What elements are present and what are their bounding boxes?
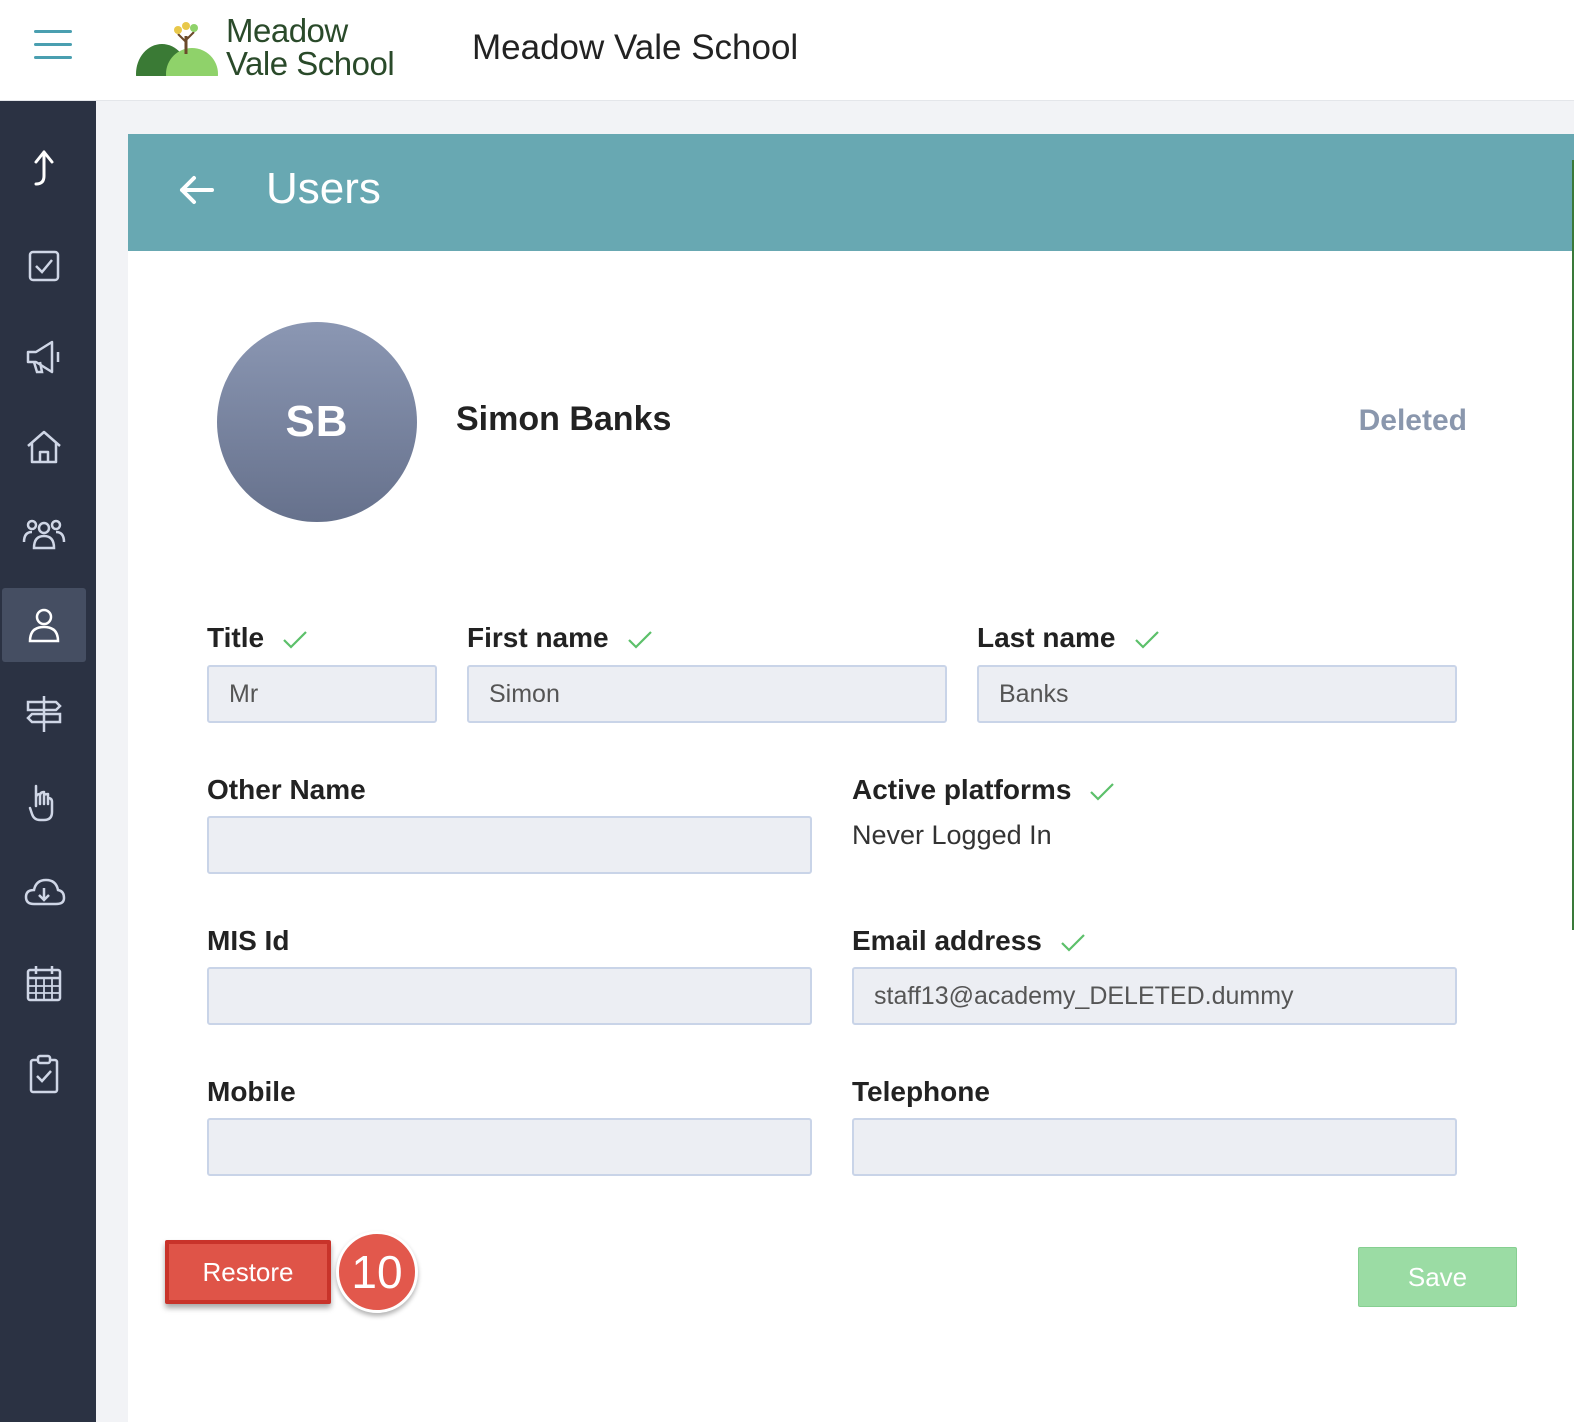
check-icon — [1134, 630, 1159, 649]
sidebar-item-tasks[interactable] — [2, 229, 86, 303]
back-arrow-icon[interactable] — [176, 170, 216, 210]
sidebar-item-calendar[interactable] — [2, 947, 86, 1021]
restore-button[interactable]: Restore — [165, 1240, 331, 1304]
hamburger-menu-icon[interactable] — [34, 30, 72, 62]
logo-text: Meadow Vale School — [226, 12, 395, 82]
panel-header: Users — [128, 134, 1574, 251]
email-label-text: Email address — [852, 925, 1042, 956]
hills-tree-icon — [136, 22, 226, 104]
status-badge: Deleted — [1358, 404, 1467, 437]
check-icon — [1090, 782, 1115, 801]
sidebar-item-hand[interactable] — [2, 767, 86, 841]
home-icon — [27, 430, 61, 464]
school-logo[interactable]: Meadow Vale School — [136, 12, 396, 104]
title-label-text: Title — [207, 622, 265, 653]
checkbox-icon — [28, 250, 60, 282]
group-icon — [22, 519, 66, 550]
cloud-download-icon — [24, 878, 66, 906]
sidebar-item-groups[interactable] — [2, 497, 86, 571]
logo-line-1: Meadow — [226, 12, 348, 49]
last-name-field[interactable] — [977, 665, 1457, 723]
arrow-up-icon — [34, 150, 54, 186]
other-name-label: Other Name — [207, 774, 366, 805]
top-bar: Meadow Vale School Meadow Vale School — [0, 0, 1574, 104]
signpost-icon — [26, 696, 62, 732]
email-field[interactable] — [852, 967, 1457, 1025]
first-name-field[interactable] — [467, 665, 947, 723]
last-name-label: Last name — [977, 622, 1160, 654]
sidebar-item-arrow-up[interactable] — [2, 131, 86, 205]
page-title: Users — [266, 164, 381, 213]
email-label: Email address — [852, 925, 1086, 957]
mis-id-field[interactable] — [207, 967, 812, 1025]
first-name-label: First name — [467, 622, 653, 654]
check-icon — [627, 630, 652, 649]
sidebar-item-clipboard[interactable] — [2, 1037, 86, 1111]
save-button[interactable]: Save — [1358, 1247, 1517, 1307]
title-field[interactable] — [207, 665, 437, 723]
active-platforms-label-text: Active platforms — [852, 774, 1072, 805]
calendar-icon — [26, 966, 62, 1002]
sidebar-item-download[interactable] — [2, 857, 86, 931]
telephone-field[interactable] — [852, 1118, 1457, 1176]
title-label: Title — [207, 622, 308, 654]
sidebar-item-announcements[interactable] — [2, 319, 86, 393]
sidebar — [0, 101, 96, 1422]
avatar-initials: SB — [285, 397, 349, 446]
active-platforms-value: Never Logged In — [852, 820, 1052, 850]
avatar: SB — [217, 322, 417, 522]
hand-icon — [28, 784, 54, 822]
telephone-label: Telephone — [852, 1076, 990, 1107]
step-number-badge: 10 — [336, 1231, 418, 1313]
last-name-label-text: Last name — [977, 622, 1116, 653]
user-detail-panel: Users SB Simon Banks Deleted Title First… — [128, 134, 1574, 1422]
logo-line-2: Vale School — [226, 45, 395, 82]
megaphone-icon — [26, 340, 60, 374]
other-name-field[interactable] — [207, 816, 812, 874]
user-name: Simon Banks — [456, 400, 672, 438]
check-icon — [1061, 933, 1085, 952]
sidebar-item-home[interactable] — [2, 409, 86, 483]
mobile-label: Mobile — [207, 1076, 296, 1107]
first-name-label-text: First name — [467, 622, 609, 653]
check-icon — [283, 630, 307, 649]
active-platforms-label: Active platforms — [852, 774, 1115, 806]
school-name: Meadow Vale School — [472, 28, 799, 67]
sidebar-item-users[interactable] — [2, 588, 86, 662]
clipboard-check-icon — [29, 1054, 59, 1094]
user-icon — [28, 608, 60, 643]
mis-id-label: MIS Id — [207, 925, 290, 956]
sidebar-item-signpost[interactable] — [2, 677, 86, 751]
mobile-field[interactable] — [207, 1118, 812, 1176]
